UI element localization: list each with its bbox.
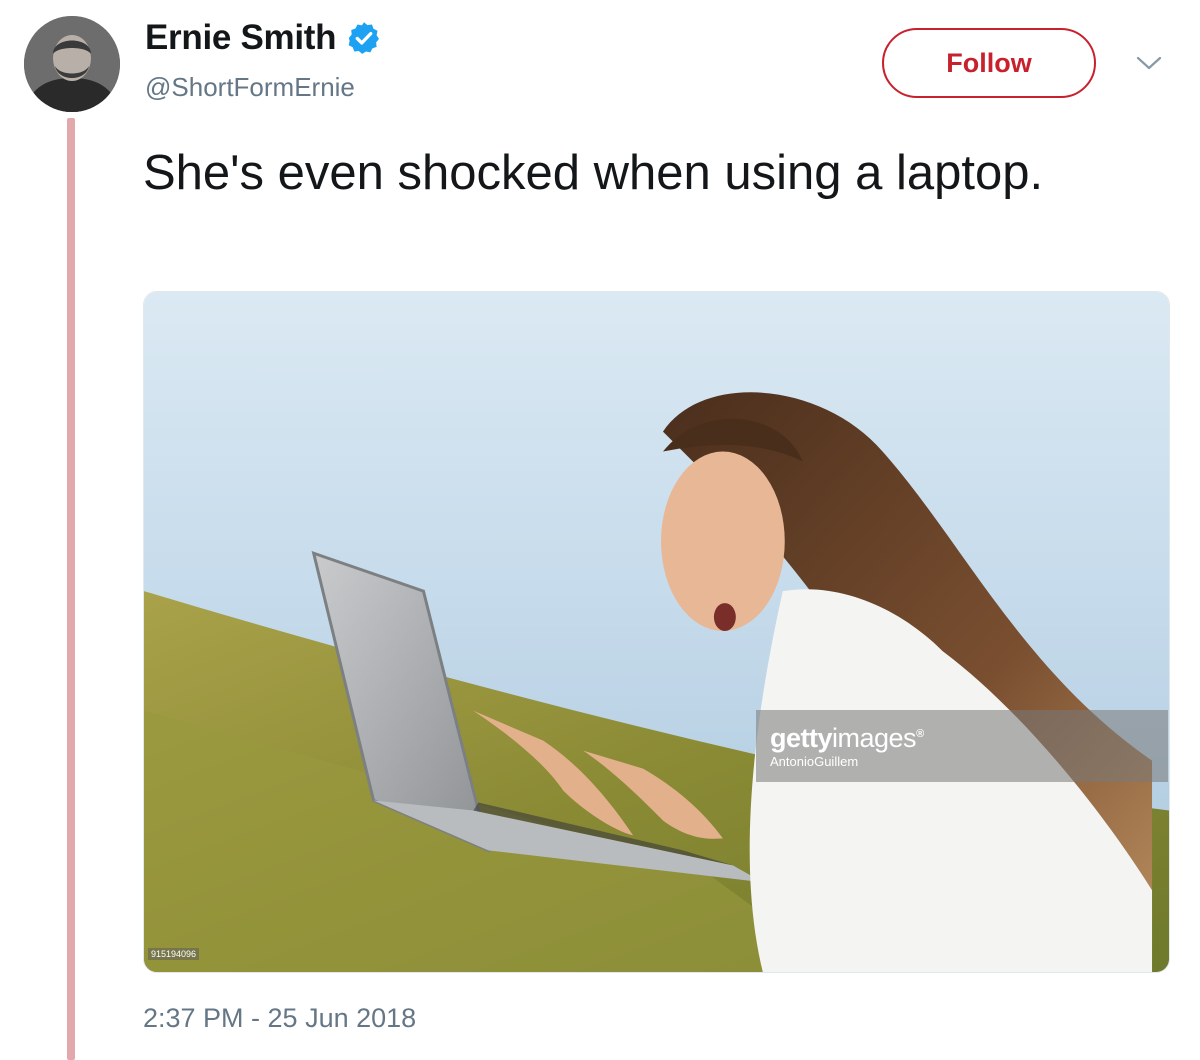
chevron-down-icon[interactable]	[1134, 52, 1164, 74]
watermark-brand-light: images	[832, 723, 917, 753]
watermark-credit: AntonioGuillem	[770, 754, 859, 769]
tweet-media-photo[interactable]: gettyimages® AntonioGuillem 915194096	[143, 291, 1170, 973]
tweet-timestamp[interactable]: 2:37 PM - 25 Jun 2018	[143, 1003, 416, 1034]
image-id-label: 915194096	[148, 948, 200, 960]
user-avatar-icon	[24, 16, 120, 112]
watermark-registered-mark: ®	[916, 728, 924, 740]
tweet-text: She's even shocked when using a laptop.	[143, 146, 1044, 200]
getty-images-watermark: gettyimages® AntonioGuillem	[756, 710, 1168, 782]
avatar[interactable]	[24, 16, 120, 112]
verified-badge-icon	[348, 22, 380, 54]
watermark-brand-bold: getty	[770, 723, 833, 753]
follow-button[interactable]: Follow	[882, 28, 1096, 98]
author-name-row: Ernie Smith	[145, 18, 382, 58]
author-handle[interactable]: @ShortFormErnie	[145, 72, 355, 103]
author-display-name[interactable]: Ernie Smith	[145, 18, 336, 58]
photo-illustration	[144, 292, 1169, 972]
thread-connector-line	[67, 118, 75, 1060]
